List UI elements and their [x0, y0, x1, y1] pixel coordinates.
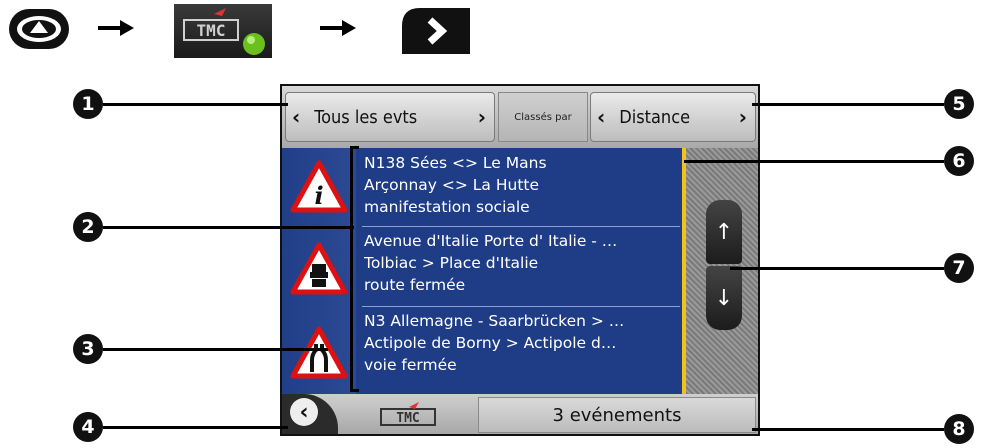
event-road: Avenue d'Italie Porte d' Italie - … [364, 232, 618, 250]
main-menu-icon[interactable] [8, 6, 70, 52]
arrow-down-icon: ↓ [714, 285, 734, 311]
callout-5: 5 [944, 89, 974, 119]
callout-line [103, 348, 328, 351]
callout-6: 6 [944, 146, 974, 176]
arrow-up-icon: ↑ [714, 219, 734, 245]
event-section: Actipole de Borny > Actipole d… [364, 334, 617, 352]
chevron-right-icon[interactable]: › [739, 105, 747, 129]
callout-3: 3 [73, 334, 103, 364]
traffic-jam-warning-icon[interactable] [290, 242, 348, 300]
top-bar: ‹ Tous les evts › Classés par ‹ Distance… [282, 86, 758, 148]
sorted-by-label-box: Classés par [498, 92, 588, 142]
filter-selector[interactable]: ‹ Tous les evts › [285, 92, 495, 142]
event-road: N138 Sées <> Le Mans [364, 154, 547, 172]
scroll-up-button[interactable]: ↑ [706, 200, 742, 264]
event-icon-column: i [282, 148, 356, 394]
callout-line [684, 160, 944, 163]
callout-2: 2 [73, 212, 103, 242]
list-item[interactable]: N3 Allemagne - Saarbrücken > … Actipole … [364, 310, 680, 376]
event-description: route fermée [364, 276, 466, 294]
event-description: manifestation sociale [364, 198, 530, 216]
sort-label: Distance [619, 106, 691, 128]
event-road: N3 Allemagne - Saarbrücken > … [364, 312, 625, 330]
callout-line [103, 426, 288, 429]
callout-line [752, 103, 944, 106]
callout-line [730, 267, 944, 270]
callout-bracket [350, 146, 359, 392]
divider [362, 306, 680, 307]
event-description: voie fermée [364, 356, 457, 374]
event-section: Tolbiac > Place d'Italie [364, 254, 539, 272]
tmc-logo-text: TMC [197, 21, 226, 40]
event-section: Arçonnay <> La Hutte [364, 176, 540, 194]
list-item[interactable]: N138 Sées <> Le Mans Arçonnay <> La Hutt… [364, 152, 680, 218]
scroll-down-button[interactable]: ↓ [706, 266, 742, 330]
tmc-button-icon[interactable]: TMC [174, 4, 272, 58]
chevron-left-icon: ‹ [290, 398, 318, 426]
scroll-panel: ↑ ↓ [686, 148, 758, 394]
event-count-box: 3 evénements [478, 397, 756, 433]
callout-8: 8 [944, 414, 974, 444]
information-warning-icon[interactable]: i [290, 160, 348, 218]
flow-arrow-icon [98, 18, 134, 38]
back-button[interactable]: ‹ [282, 394, 338, 434]
svg-text:i: i [314, 181, 323, 210]
chevron-right-icon[interactable]: › [478, 105, 486, 129]
filter-label: Tous les evts [314, 106, 418, 128]
callout-1: 1 [73, 89, 103, 119]
next-button-icon[interactable] [400, 6, 472, 56]
callout-line [752, 428, 944, 431]
event-count-label: 3 evénements [552, 404, 682, 426]
callout-7: 7 [944, 253, 974, 283]
tmc-logo-text: TMC [396, 411, 419, 426]
event-text-column: N138 Sées <> Le Mans Arçonnay <> La Hutt… [356, 148, 682, 394]
tmc-logo: TMC [344, 398, 472, 430]
callout-line [103, 103, 288, 106]
sort-selector[interactable]: ‹ Distance › [590, 92, 756, 142]
flow-arrow-icon [320, 18, 356, 38]
event-list[interactable]: i N138 Sées <> Le Mans Arçonnay <> La Hu… [282, 148, 682, 394]
callout-line [103, 226, 354, 229]
callout-4: 4 [73, 412, 103, 442]
road-narrows-warning-icon[interactable] [290, 326, 348, 384]
chevron-left-icon[interactable]: ‹ [597, 105, 605, 129]
chevron-left-icon[interactable]: ‹ [292, 105, 300, 129]
divider [362, 226, 680, 227]
bottom-bar: ‹ TMC 3 evénements [282, 394, 758, 434]
sorted-by-label: Classés par [514, 111, 572, 123]
list-item[interactable]: Avenue d'Italie Porte d' Italie - … Tolb… [364, 230, 680, 296]
